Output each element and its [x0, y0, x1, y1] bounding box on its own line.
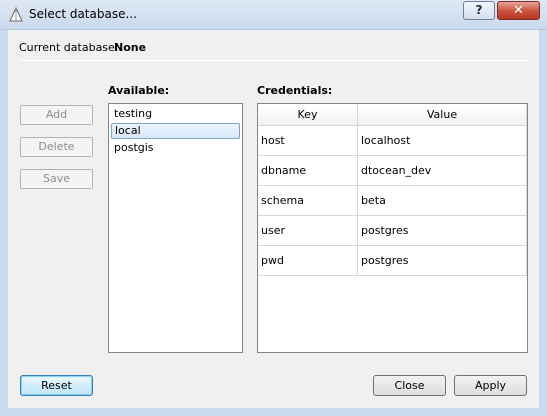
cell-key[interactable]: user	[258, 216, 358, 246]
close-button[interactable]: Close	[373, 375, 446, 396]
close-window-button[interactable]: ✕	[497, 1, 540, 20]
current-database-label: Current database:	[19, 41, 119, 54]
cell-key[interactable]: pwd	[258, 246, 358, 276]
cell-key[interactable]: schema	[258, 186, 358, 216]
cell-value[interactable]: postgres	[358, 216, 527, 246]
database-item-local[interactable]: local	[111, 123, 240, 139]
window-frame-left	[0, 30, 8, 416]
app-icon	[9, 7, 23, 22]
credentials-label: Credentials:	[257, 84, 333, 97]
column-header-key[interactable]: Key	[258, 104, 358, 126]
window-title: Select database...	[29, 7, 137, 21]
column-header-value[interactable]: Value	[358, 104, 527, 126]
separator	[19, 60, 528, 61]
current-database-value: None	[114, 41, 147, 54]
cell-value[interactable]: beta	[358, 186, 527, 216]
add-button[interactable]: Add	[20, 105, 93, 125]
cell-value[interactable]: dtocean_dev	[358, 156, 527, 186]
reset-button[interactable]: Reset	[20, 375, 93, 396]
window-frame-bottom	[0, 408, 547, 416]
database-list[interactable]: testing local postgis	[108, 103, 243, 353]
credentials-table[interactable]: Key Value host localhost dbname dtocean_…	[257, 103, 528, 353]
database-item-testing[interactable]: testing	[111, 106, 240, 122]
cell-key[interactable]: host	[258, 126, 358, 156]
cell-value[interactable]: postgres	[358, 246, 527, 276]
delete-button[interactable]: Delete	[20, 137, 93, 157]
available-label: Available:	[108, 84, 170, 97]
save-button[interactable]: Save	[20, 169, 93, 189]
database-item-postgis[interactable]: postgis	[111, 140, 240, 156]
help-button[interactable]: ?	[463, 1, 495, 20]
window-frame-right	[539, 30, 547, 416]
cell-value[interactable]: localhost	[358, 126, 527, 156]
cell-key[interactable]: dbname	[258, 156, 358, 186]
apply-button[interactable]: Apply	[454, 375, 527, 396]
